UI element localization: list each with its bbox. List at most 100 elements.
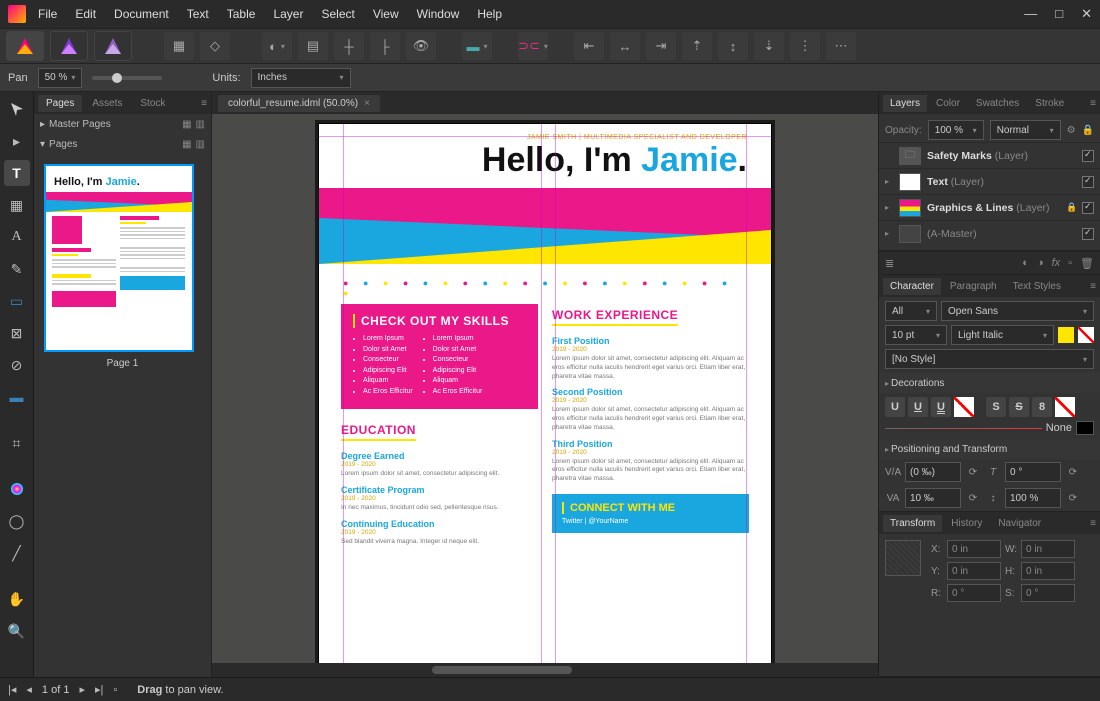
tracking-input[interactable] <box>905 488 961 508</box>
strike3-btn[interactable]: 8 <box>1032 397 1052 417</box>
tb-preflight-icon[interactable]: ◐ <box>262 32 292 60</box>
persona-designer[interactable] <box>94 31 132 61</box>
kerning-input[interactable] <box>905 462 961 482</box>
tb-align-vcenter-icon[interactable]: ↕ <box>718 32 748 60</box>
tb-align-hcenter-icon[interactable]: ↔ <box>610 32 640 60</box>
place-image-tool-icon[interactable]: ▬ <box>4 384 30 410</box>
zoom-slider[interactable] <box>92 76 162 80</box>
transform-y-input[interactable] <box>947 562 1001 580</box>
tb-snapping-icon[interactable]: ⊃⊂ <box>518 32 548 60</box>
stroke-swatch[interactable] <box>1078 327 1094 343</box>
layer-visibility-checkbox[interactable] <box>1082 150 1094 162</box>
tb-viewmode-icon[interactable]: ▬ <box>462 32 492 60</box>
frame-text-tool-icon[interactable]: T <box>4 160 30 186</box>
page-thumbnail-1[interactable]: Hello, I'm Jamie. <box>44 164 194 352</box>
tab-swatches[interactable]: Swatches <box>969 95 1026 112</box>
layer-visibility-checkbox[interactable] <box>1082 228 1094 240</box>
positioning-header[interactable]: Positioning and Transform <box>879 439 1100 459</box>
persona-photo[interactable] <box>50 31 88 61</box>
first-page-icon[interactable]: |◂ <box>8 683 16 696</box>
tab-stock[interactable]: Stock <box>132 95 173 112</box>
pages-add-icon[interactable]: ▦ <box>182 139 191 150</box>
strike2-btn[interactable]: S <box>1009 397 1029 417</box>
last-page-icon[interactable]: ▸| <box>95 683 103 696</box>
pages-view-icon[interactable]: ▥ <box>196 139 205 150</box>
picture-frame-tool-icon[interactable]: ⊠ <box>4 320 30 346</box>
page-artboard[interactable]: JAMIE SMITH | MULTIMEDIA SPECIALIST AND … <box>319 124 771 663</box>
canvas[interactable]: JAMIE SMITH | MULTIMEDIA SPECIALIST AND … <box>212 114 878 663</box>
delete-layer-icon[interactable]: 🗑 <box>1080 257 1094 270</box>
menu-text[interactable]: Text <box>187 7 209 21</box>
master-add-icon[interactable]: ▦ <box>182 119 191 130</box>
crop-tool-icon[interactable]: ⌗ <box>4 430 30 456</box>
layer-text[interactable]: ▸ Text (Layer) <box>879 168 1100 194</box>
menu-window[interactable]: Window <box>417 7 460 21</box>
decorations-header[interactable]: Decorations <box>879 373 1100 393</box>
tab-pages[interactable]: Pages <box>38 95 82 112</box>
master-view-icon[interactable]: ▥ <box>196 119 205 130</box>
close-icon[interactable]: ✕ <box>1081 6 1092 22</box>
tb-aligncenter-icon[interactable]: ┼ <box>334 32 364 60</box>
tab-transform[interactable]: Transform <box>883 515 942 532</box>
table-tool-icon[interactable]: ▦ <box>4 192 30 218</box>
stack-icon[interactable]: ≣ <box>885 257 894 270</box>
add-page-icon[interactable]: ▫ <box>113 684 117 696</box>
tb-distribute-v-icon[interactable]: ⋯ <box>826 32 856 60</box>
panel-menu-icon[interactable]: ≡ <box>201 98 207 109</box>
tb-distribute-h-icon[interactable]: ⋮ <box>790 32 820 60</box>
layer-a-master[interactable]: ▸ (A-Master) <box>879 220 1100 246</box>
add-layer-icon[interactable]: ▫ <box>1068 257 1072 269</box>
menu-table[interactable]: Table <box>227 7 256 21</box>
menu-view[interactable]: View <box>373 7 399 21</box>
shear-input[interactable] <box>1005 462 1061 482</box>
hscale-input[interactable] <box>1005 488 1061 508</box>
underline-btn[interactable]: U <box>885 397 905 417</box>
move-tool-icon[interactable] <box>4 96 30 122</box>
tab-layers[interactable]: Layers <box>883 95 927 112</box>
layer-visibility-checkbox[interactable] <box>1082 202 1094 214</box>
pages-header[interactable]: ▾ Pages ▦▥ <box>34 134 211 154</box>
tb-baseline-icon[interactable]: ▤ <box>298 32 328 60</box>
tab-paragraph[interactable]: Paragraph <box>943 278 1004 295</box>
units-select[interactable]: Inches <box>251 68 351 88</box>
menu-document[interactable]: Document <box>114 7 169 21</box>
menu-help[interactable]: Help <box>477 7 502 21</box>
transform-w-input[interactable] <box>1021 540 1075 558</box>
tb-preview-icon[interactable]: ▦ <box>164 32 194 60</box>
layer-visibility-checkbox[interactable] <box>1082 176 1094 188</box>
doc-tab-close-icon[interactable]: × <box>364 98 370 109</box>
font-family-select[interactable]: Open Sans <box>941 301 1094 321</box>
mask-icon[interactable]: ◐ <box>1022 257 1029 269</box>
horizontal-scrollbar[interactable] <box>212 663 878 677</box>
font-size-select[interactable]: 10 pt <box>885 325 947 345</box>
ellipse-tool-icon[interactable]: ⊘ <box>4 352 30 378</box>
zoom-tool-icon[interactable]: 🔍 <box>4 618 30 644</box>
tb-align-right-icon[interactable]: ⇥ <box>646 32 676 60</box>
strike-color-swatch[interactable] <box>1055 397 1075 417</box>
anchor-point-selector[interactable] <box>885 540 921 576</box>
transform-h-input[interactable] <box>1021 562 1075 580</box>
char-menu-icon[interactable]: ≡ <box>1090 281 1096 292</box>
tb-show-all-icon[interactable]: 👁 <box>406 32 436 60</box>
prev-page-icon[interactable]: ◂ <box>26 683 32 696</box>
tab-history[interactable]: History <box>944 515 989 532</box>
menu-edit[interactable]: Edit <box>75 7 96 21</box>
tab-assets[interactable]: Assets <box>84 95 130 112</box>
artistic-text-tool-icon[interactable]: A <box>4 224 30 250</box>
tb-align-top-icon[interactable]: ⇡ <box>682 32 712 60</box>
tab-color[interactable]: Color <box>929 95 967 112</box>
char-style-select[interactable]: [No Style] <box>885 349 1094 369</box>
fx-icon[interactable]: fx <box>1052 257 1061 269</box>
master-pages-header[interactable]: ▸ Master Pages ▦▥ <box>34 114 211 134</box>
node-tool-icon[interactable]: ▸ <box>4 128 30 154</box>
fill-tool-icon[interactable] <box>4 476 30 502</box>
layer-safety-marks[interactable]: 🗀 Safety Marks (Layer) <box>879 142 1100 168</box>
menu-file[interactable]: File <box>38 7 57 21</box>
tb-clip-icon[interactable]: ◇ <box>200 32 230 60</box>
tab-navigator[interactable]: Navigator <box>991 515 1048 532</box>
transparency-tool-icon[interactable]: ◯ <box>4 508 30 534</box>
maximize-icon[interactable]: □ <box>1055 6 1063 22</box>
adjust-icon[interactable]: ◑ <box>1037 257 1044 269</box>
fill-swatch[interactable] <box>1058 327 1074 343</box>
underline2-btn[interactable]: U <box>908 397 928 417</box>
